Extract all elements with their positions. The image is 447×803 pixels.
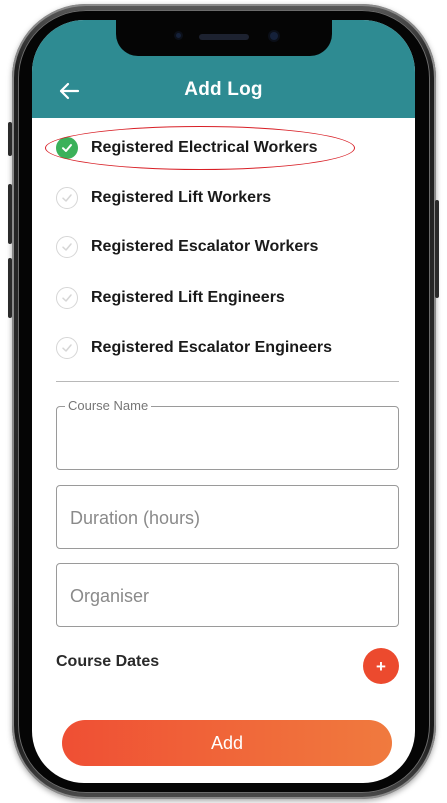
power-button: [435, 200, 439, 298]
category-item-lift-workers[interactable]: Registered Lift Workers: [56, 183, 271, 213]
checkmark-circle-icon: [56, 137, 78, 159]
category-item-electrical-workers[interactable]: Registered Electrical Workers: [56, 133, 317, 163]
category-item-escalator-workers[interactable]: Registered Escalator Workers: [56, 232, 318, 262]
category-label: Registered Escalator Workers: [91, 238, 319, 255]
checkmark-circle-icon: [56, 337, 78, 359]
category-label: Registered Lift Engineers: [91, 289, 285, 306]
add-button[interactable]: Add: [62, 720, 392, 766]
category-label: Registered Lift Workers: [91, 189, 272, 206]
organiser-field[interactable]: Organiser: [56, 563, 399, 627]
front-camera: [270, 32, 278, 40]
category-label: Registered Electrical Workers: [91, 139, 318, 156]
duration-placeholder: Duration (hours): [70, 508, 201, 528]
course-name-field[interactable]: Course Name: [56, 398, 399, 470]
app-screen: Add Log Registered Electrical Workers Re…: [32, 20, 415, 783]
screenshot-stage: Add Log Registered Electrical Workers Re…: [0, 0, 447, 803]
add-course-date-button[interactable]: +: [363, 648, 399, 684]
course-dates-label: Course Dates: [56, 653, 160, 670]
section-divider: [56, 381, 399, 382]
silent-switch: [8, 122, 12, 156]
organiser-placeholder: Organiser: [70, 586, 150, 606]
category-item-lift-engineers[interactable]: Registered Lift Engineers: [56, 283, 285, 313]
checkmark-circle-icon: [56, 236, 78, 258]
checkmark-circle-icon: [56, 287, 78, 309]
volume-up-button: [8, 184, 12, 244]
category-label: Registered Escalator Engineers: [91, 339, 332, 356]
course-name-label: Course Name: [65, 398, 152, 413]
checkmark-circle-icon: [56, 187, 78, 209]
page-title: Add Log: [184, 79, 263, 100]
volume-down-button: [8, 258, 12, 318]
sensor-dot: [176, 33, 181, 38]
category-item-escalator-engineers[interactable]: Registered Escalator Engineers: [56, 333, 332, 363]
phone-notch: [116, 20, 332, 56]
plus-icon: +: [376, 656, 386, 676]
duration-field[interactable]: Duration (hours): [56, 485, 399, 549]
earpiece-speaker: [199, 34, 249, 40]
